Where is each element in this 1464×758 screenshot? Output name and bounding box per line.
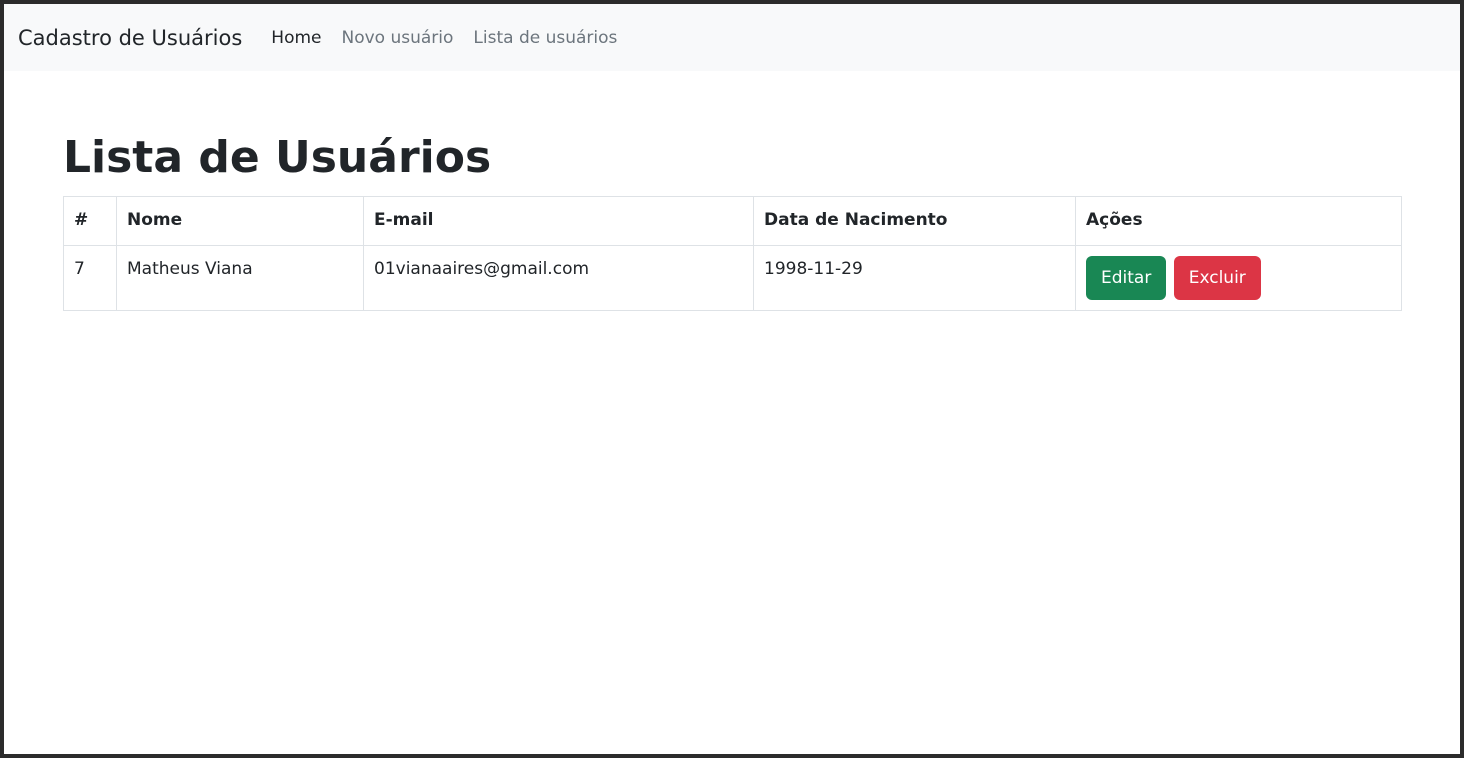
column-header-email: E-mail bbox=[363, 196, 754, 246]
column-header-nome: Nome bbox=[116, 196, 364, 246]
browser-window: Cadastro de Usuários Home Novo usuário L… bbox=[4, 4, 1460, 754]
table-row: 7 Matheus Viana 01vianaaires@gmail.com 1… bbox=[63, 245, 1402, 311]
cell-data-nascimento: 1998-11-29 bbox=[753, 245, 1076, 311]
main-content: Lista de Usuários # Nome E-mail Data de … bbox=[4, 71, 1460, 311]
table-header-row: # Nome E-mail Data de Nacimento Ações bbox=[63, 196, 1402, 246]
nav-link-home[interactable]: Home bbox=[271, 28, 321, 48]
edit-button[interactable]: Editar bbox=[1086, 256, 1167, 300]
users-table: # Nome E-mail Data de Nacimento Ações 7 … bbox=[63, 196, 1402, 311]
page-title: Lista de Usuários bbox=[63, 132, 492, 183]
delete-button[interactable]: Excluir bbox=[1173, 256, 1261, 300]
cell-nome: Matheus Viana bbox=[116, 245, 364, 311]
nav-link-novo-usuario[interactable]: Novo usuário bbox=[341, 28, 453, 48]
navbar-brand[interactable]: Cadastro de Usuários bbox=[18, 26, 242, 50]
column-header-acoes: Ações bbox=[1075, 196, 1402, 246]
cell-email: 01vianaaires@gmail.com bbox=[363, 245, 754, 311]
column-header-id: # bbox=[63, 196, 117, 246]
nav-link-lista-usuarios[interactable]: Lista de usuários bbox=[473, 28, 617, 48]
top-navbar: Cadastro de Usuários Home Novo usuário L… bbox=[4, 4, 1460, 71]
column-header-data-nascimento: Data de Nacimento bbox=[753, 196, 1076, 246]
cell-id: 7 bbox=[63, 245, 117, 311]
cell-acoes: Editar Excluir bbox=[1075, 245, 1402, 311]
